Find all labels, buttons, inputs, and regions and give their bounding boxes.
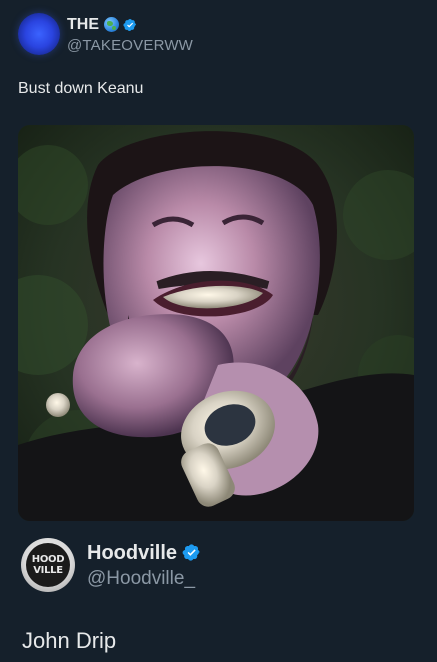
logo-line-1: HOOD xyxy=(31,554,65,565)
verified-badge-icon xyxy=(123,18,136,31)
verified-badge-icon xyxy=(182,544,200,561)
tweet-text: Bust down Keanu xyxy=(18,80,144,97)
quoted-author-name[interactable]: Hoodville xyxy=(87,543,177,563)
quoted-name-block: Hoodville @Hoodville_ xyxy=(87,543,201,588)
quoted-text: John Drip xyxy=(22,628,117,653)
author-name[interactable]: THE xyxy=(67,16,99,33)
logo-line-2: VILLE xyxy=(33,565,63,576)
author-name-row: THE xyxy=(67,16,193,34)
author-name-block: THE @TAKEOVERWW xyxy=(67,16,193,53)
quoted-name-row: Hoodville xyxy=(87,543,201,563)
author-avatar[interactable] xyxy=(18,13,60,55)
hoodville-logo: HOOD VILLE xyxy=(26,543,70,587)
quoted-author-handle[interactable]: @Hoodville_ xyxy=(87,569,201,588)
tweet-header: THE @TAKEOVERWW xyxy=(18,13,193,55)
quoted-header: HOOD VILLE Hoodville @Hoodville_ xyxy=(21,538,201,592)
tweet-media-photo[interactable] xyxy=(18,125,414,521)
author-handle[interactable]: @TAKEOVERWW xyxy=(67,38,193,53)
globe-icon xyxy=(104,17,119,32)
quoted-avatar[interactable]: HOOD VILLE xyxy=(21,538,75,592)
photo-image xyxy=(18,125,414,521)
tweet-screen: THE @TAKEOVERWW Bust down Keanu HOOD VIL… xyxy=(0,0,437,662)
